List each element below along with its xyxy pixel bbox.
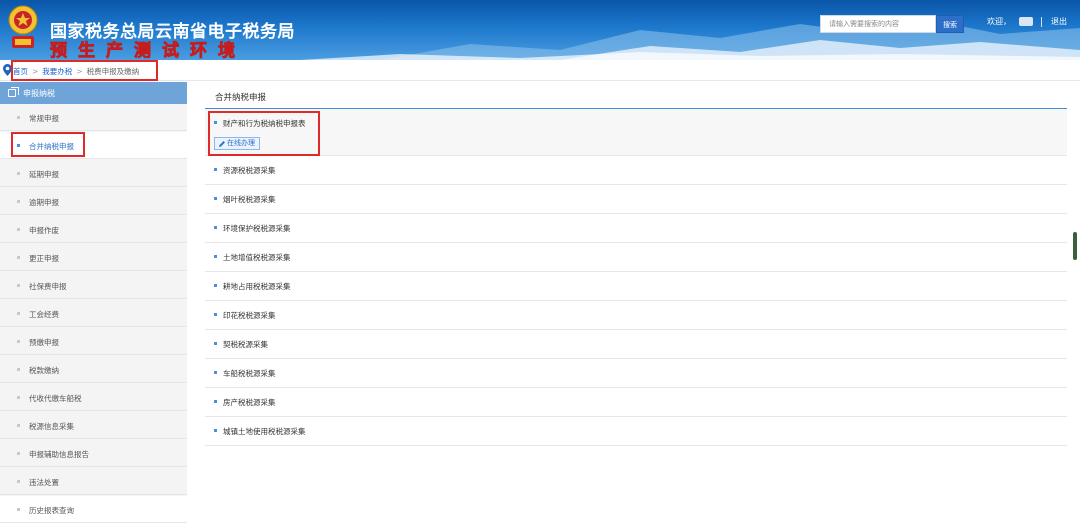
sidebar-item-label: 延期申报 (29, 170, 59, 179)
sidebar-item-social-security[interactable]: 社保费申报 (0, 272, 187, 299)
window-icon (8, 87, 19, 97)
sidebar-item-label: 税款缴纳 (29, 366, 59, 375)
bullet-icon (17, 452, 20, 455)
list-item-deed-tax[interactable]: 契税税源采集 (205, 330, 1067, 359)
sidebar-item-label: 更正申报 (29, 254, 59, 263)
list-item-property-behavior-tax[interactable]: 财产和行为税纳税申报表 在线办理 (205, 109, 1067, 156)
bullet-icon (214, 342, 217, 345)
list-item-stamp-tax[interactable]: 印花税税源采集 (205, 301, 1067, 330)
bullet-icon (214, 197, 217, 200)
bullet-icon (17, 340, 20, 343)
bullet-icon (214, 429, 217, 432)
list-item-label: 耕地占用税税源采集 (223, 282, 291, 291)
bullet-icon (17, 424, 20, 427)
list-item-label: 烟叶税税源采集 (223, 195, 276, 204)
sidebar-item-label: 社保费申报 (29, 282, 67, 291)
bullet-icon (214, 313, 217, 316)
search-button[interactable]: 搜索 (936, 15, 964, 33)
scrollbar-thumb[interactable] (1073, 232, 1077, 260)
search-input[interactable]: 请输入需要搜索的内容 (820, 15, 936, 33)
bullet-icon (214, 284, 217, 287)
bullet-icon (214, 400, 217, 403)
sidebar-item-label: 逾期申报 (29, 198, 59, 207)
list-item-vehicle-vessel-tax[interactable]: 车船税税源采集 (205, 359, 1067, 388)
breadcrumb (0, 60, 1080, 81)
sidebar-item-union-fee[interactable]: 工会经费 (0, 300, 187, 327)
bullet-icon (17, 368, 20, 371)
bullet-icon (17, 396, 20, 399)
list-item-resource-tax[interactable]: 资源税税源采集 (205, 156, 1067, 185)
bullet-icon (17, 116, 20, 119)
sidebar-item-label: 历史报表查询 (29, 506, 74, 515)
sidebar-item-label: 代收代缴车船税 (29, 394, 82, 403)
bullet-icon (17, 312, 20, 315)
sidebar-item-label: 申报辅助信息报告 (29, 450, 89, 459)
sidebar-item-prepayment[interactable]: 预缴申报 (0, 328, 187, 355)
sidebar-item-history-query[interactable]: 历史报表查询 (0, 496, 187, 523)
list-item-farmland-occupation-tax[interactable]: 耕地占用税税源采集 (205, 272, 1067, 301)
sidebar-item-regular-declaration[interactable]: 常规申报 (0, 104, 187, 131)
welcome-text: 欢迎， (987, 17, 1011, 26)
list-item-tobacco-tax[interactable]: 烟叶税税源采集 (205, 185, 1067, 214)
bullet-icon (17, 480, 20, 483)
bullet-icon (17, 172, 20, 175)
sidebar-item-label: 预缴申报 (29, 338, 59, 347)
list-item-label: 土地增值税税源采集 (223, 253, 291, 262)
bullet-icon (17, 284, 20, 287)
sidebar-highlight-box (11, 132, 85, 157)
site-header: 国家税务总局云南省电子税务局 预生产测试环境 请输入需要搜索的内容 搜索 欢迎，… (0, 0, 1080, 60)
sidebar-item-correction-declaration[interactable]: 更正申报 (0, 244, 187, 271)
sidebar-item-label: 违法处置 (29, 478, 59, 487)
bullet-icon (17, 228, 20, 231)
bullet-icon (214, 168, 217, 171)
logout-link[interactable]: 退出 (1051, 15, 1067, 29)
list-item-label: 契税税源采集 (223, 340, 268, 349)
list-item-environmental-tax[interactable]: 环境保护税税源采集 (205, 214, 1067, 243)
user-name-badge[interactable] (1019, 17, 1033, 26)
row-highlight-box (208, 111, 320, 156)
sidebar-item-label: 申报作废 (29, 226, 59, 235)
sidebar-item-label: 税源信息采集 (29, 422, 74, 431)
bullet-icon (17, 256, 20, 259)
sidebar-item-void-declaration[interactable]: 申报作废 (0, 216, 187, 243)
bullet-icon (214, 255, 217, 258)
list-item-label: 印花税税源采集 (223, 311, 276, 320)
sidebar-header-label: 申报纳税 (23, 89, 55, 98)
list-item-property-tax[interactable]: 房产税税源采集 (205, 388, 1067, 417)
bullet-icon (214, 371, 217, 374)
list-item-urban-land-use-tax[interactable]: 城镇土地使用税税源采集 (205, 417, 1067, 446)
sidebar-item-overdue-declaration[interactable]: 逾期申报 (0, 188, 187, 215)
sidebar-item-label: 工会经费 (29, 310, 59, 319)
environment-subtitle: 预生产测试环境 (50, 41, 246, 60)
tax-emblem-icon (8, 5, 38, 48)
list-item-label: 资源税税源采集 (223, 166, 276, 175)
breadcrumb-highlight-box (11, 60, 158, 81)
sidebar-item-auxiliary-report[interactable]: 申报辅助信息报告 (0, 440, 187, 467)
panel-title: 合并纳税申报 (215, 93, 267, 103)
list-item-land-appreciation-tax[interactable]: 土地增值税税源采集 (205, 243, 1067, 272)
list-item-label: 车船税税源采集 (223, 369, 276, 378)
sidebar-item-tax-payment[interactable]: 税款缴纳 (0, 356, 187, 383)
sidebar-item-violation-handling[interactable]: 违法处置 (0, 468, 187, 495)
list-item-label: 城镇土地使用税税源采集 (223, 427, 306, 436)
list-item-label: 环境保护税税源采集 (223, 224, 291, 233)
header-divider (1041, 17, 1042, 27)
bullet-icon (17, 508, 20, 511)
sidebar-item-deferred-declaration[interactable]: 延期申报 (0, 160, 187, 187)
list-item-label: 房产税税源采集 (223, 398, 276, 407)
sidebar-header[interactable]: 申报纳税 (0, 82, 187, 104)
sidebar-item-vehicle-tax[interactable]: 代收代缴车船税 (0, 384, 187, 411)
sidebar-item-label: 常规申报 (29, 114, 59, 123)
sidebar-item-tax-source-collection[interactable]: 税源信息采集 (0, 412, 187, 439)
bullet-icon (214, 226, 217, 229)
bullet-icon (17, 200, 20, 203)
